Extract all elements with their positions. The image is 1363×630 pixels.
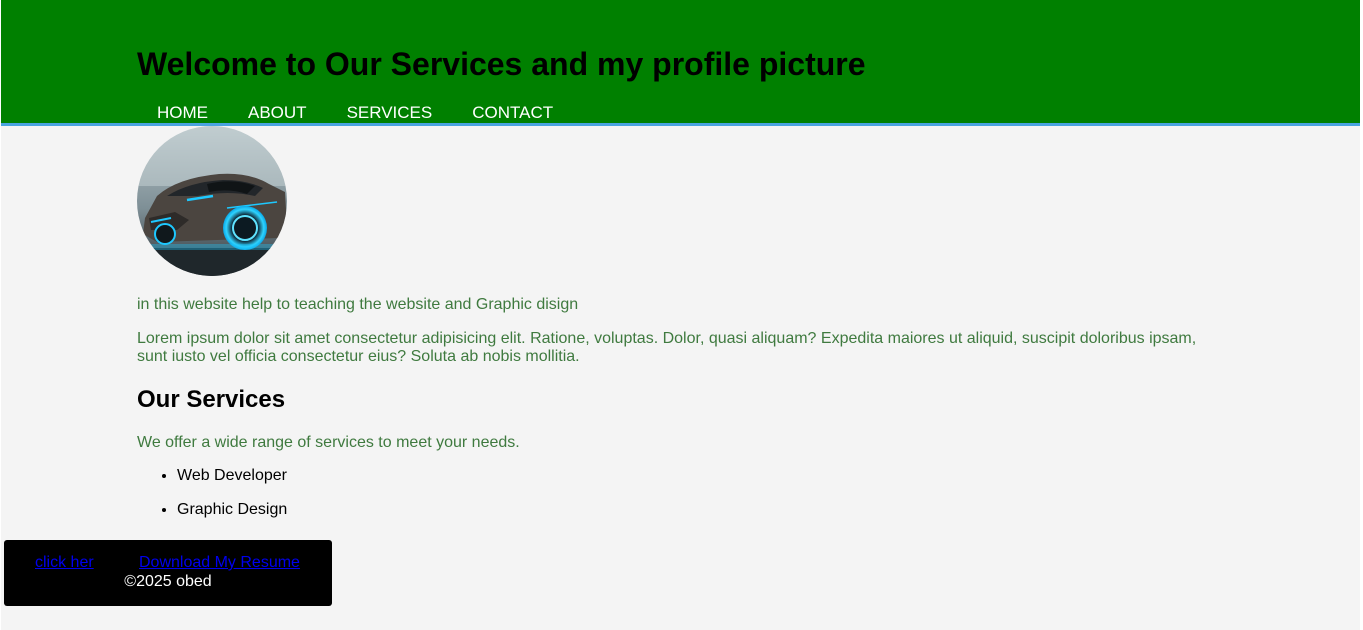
download-resume-link[interactable]: Download My Resume xyxy=(139,554,300,572)
nav-item-home: HOME xyxy=(137,103,228,123)
nav-link-about[interactable]: ABOUT xyxy=(228,103,327,123)
intro-text: in this website help to teaching the web… xyxy=(137,296,579,313)
list-item: Graphic Design xyxy=(177,500,287,534)
copyright-text: ©2025 obed xyxy=(124,573,212,590)
site-footer: click her Download My Resume ©2025 obed xyxy=(4,540,332,606)
lorem-paragraph: Lorem ipsum dolor sit amet consectetur a… xyxy=(137,330,1197,365)
nav-link-contact[interactable]: CONTACT xyxy=(452,103,573,123)
car-image xyxy=(137,126,287,276)
main-nav: HOME ABOUT SERVICES CONTACT xyxy=(137,103,573,123)
services-intro: We offer a wide range of services to mee… xyxy=(137,434,520,451)
page: Welcome to Our Services and my profile p… xyxy=(1,0,1360,630)
click-here-link[interactable]: click her xyxy=(35,554,94,572)
site-header: Welcome to Our Services and my profile p… xyxy=(1,0,1360,126)
nav-item-services: SERVICES xyxy=(327,103,453,123)
page-title: Welcome to Our Services and my profile p… xyxy=(137,46,866,82)
services-heading: Our Services xyxy=(137,386,286,413)
footer-links: click her Download My Resume xyxy=(4,554,332,574)
nav-item-about: ABOUT xyxy=(228,103,327,123)
profile-picture xyxy=(137,126,287,276)
list-item: Web Developer xyxy=(177,466,287,500)
services-list: Web Developer Graphic Design xyxy=(137,466,287,534)
nav-link-home[interactable]: HOME xyxy=(137,103,228,123)
nav-link-services[interactable]: SERVICES xyxy=(327,103,453,123)
nav-item-contact: CONTACT xyxy=(452,103,573,123)
